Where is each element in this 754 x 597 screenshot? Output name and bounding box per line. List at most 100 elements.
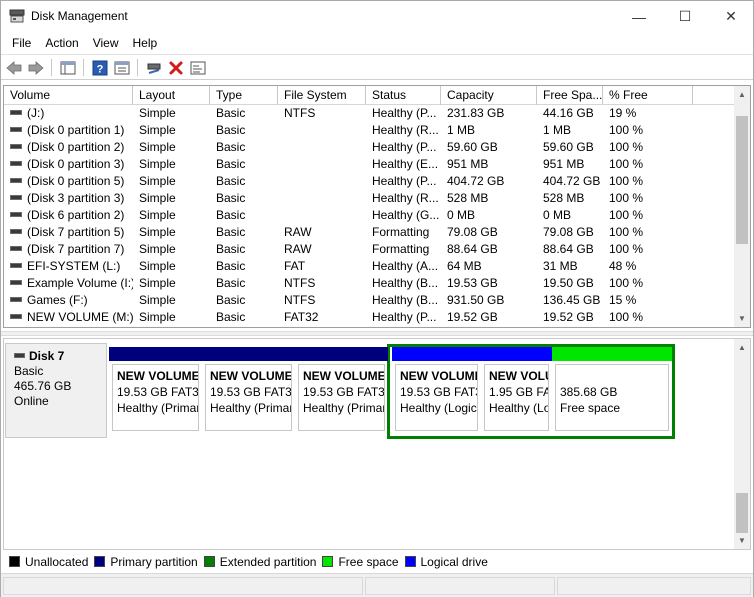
legend-swatch xyxy=(94,556,106,567)
cell-layout: Simple xyxy=(139,310,176,324)
cell-percent-free: 19 % xyxy=(609,106,637,120)
cell-type: Basic xyxy=(216,123,246,137)
cell-file-system: NTFS xyxy=(284,276,316,290)
close-button[interactable]: ✕ xyxy=(708,1,754,32)
scroll-up-arrow-icon[interactable]: ▲ xyxy=(734,86,750,103)
table-row[interactable]: (Disk 7 partition 7) Simple Basic RAW Format… xyxy=(4,241,736,258)
column-header-layout[interactable]: Layout xyxy=(133,86,210,105)
cell-file-system: NTFS xyxy=(284,106,316,120)
cell-layout: Simple xyxy=(139,140,176,154)
volume-icon xyxy=(10,127,22,133)
cell-free-space: 0 MB xyxy=(543,208,572,222)
disk-management-window: Disk Management — ☐ ✕ File Action View H… xyxy=(0,0,754,597)
forward-arrow-icon[interactable] xyxy=(27,59,45,76)
table-row[interactable]: (Disk 6 partition 2) Simple Basic Healthy (… xyxy=(4,207,736,224)
menu-action[interactable]: Action xyxy=(38,33,85,53)
column-header-percent-free[interactable]: % Free xyxy=(603,86,693,105)
cell-percent-free: 100 % xyxy=(609,310,644,324)
table-row[interactable]: Games (F:) Simple Basic NTFS Healthy (B... 93… xyxy=(4,292,736,309)
connect-icon[interactable] xyxy=(145,59,163,76)
pane-splitter[interactable] xyxy=(1,331,753,336)
cell-capacity: 79.08 GB xyxy=(447,225,498,239)
rescan-icon[interactable] xyxy=(189,59,207,76)
cell-file-system xyxy=(278,122,366,139)
show-hide-tree-icon[interactable] xyxy=(59,59,77,76)
cell-status: Healthy (G... xyxy=(372,208,440,222)
status-bar-pane xyxy=(365,577,555,595)
table-row[interactable]: (J:) Simple Basic NTFS Healthy (P... 231.83 G… xyxy=(4,105,736,122)
title-bar[interactable]: Disk Management — ☐ ✕ xyxy=(1,1,753,32)
partition-new-volume[interactable]: NEW VOLUME 19.53 GB FAT32 Healthy (Primary… xyxy=(202,347,295,434)
cell-layout: Simple xyxy=(139,293,176,307)
partition-size: 385.68 GB xyxy=(560,385,618,399)
cell-type: Basic xyxy=(216,293,246,307)
partition-color-bar xyxy=(481,347,552,361)
cell-file-system xyxy=(278,139,366,156)
disk-view-scrollbar[interactable]: ▲ ▼ xyxy=(734,339,750,549)
table-row[interactable]: (Disk 7 partition 5) Simple Basic RAW Format… xyxy=(4,224,736,241)
scroll-up-arrow-icon[interactable]: ▲ xyxy=(734,339,750,356)
cell-free-space: 19.50 GB xyxy=(543,276,594,290)
cell-status: Healthy (R... xyxy=(372,123,439,137)
cell-capacity: 404.72 GB xyxy=(447,174,505,188)
maximize-button[interactable]: ☐ xyxy=(662,1,708,32)
table-row[interactable]: Example Volume (I:) Simple Basic NTFS Health… xyxy=(4,275,736,292)
legend-swatch xyxy=(9,556,20,567)
back-arrow-icon[interactable] xyxy=(5,59,23,76)
table-row[interactable]: (Disk 0 partition 3) Simple Basic Healthy (… xyxy=(4,156,736,173)
minimize-icon: — xyxy=(632,8,646,25)
properties-icon[interactable] xyxy=(113,59,131,76)
menu-file[interactable]: File xyxy=(5,33,38,53)
help-icon[interactable]: ? xyxy=(91,59,109,76)
partition-free-space[interactable]: 385.68 GB Free space xyxy=(552,347,672,434)
partition-new-volume[interactable]: NEW VOLUME 19.53 GB FAT32 Healthy (Primary… xyxy=(295,347,388,434)
partition-new-volume[interactable]: NEW VOLUME 19.53 GB FAT32 Healthy (Primary… xyxy=(109,347,202,434)
partition-new-volume[interactable]: NEW VOLUME 1.95 GB FAT32 Healthy (Logical … xyxy=(481,347,552,434)
scrollbar-thumb[interactable] xyxy=(736,493,748,533)
cell-status: Healthy (E... xyxy=(372,157,439,171)
cell-type: Basic xyxy=(216,106,246,120)
table-row[interactable]: (Disk 0 partition 1) Simple Basic Healthy (… xyxy=(4,122,736,139)
table-row[interactable]: (Disk 0 partition 2) Simple Basic Healthy (… xyxy=(4,139,736,156)
volume-icon xyxy=(10,280,22,286)
delete-icon[interactable] xyxy=(167,59,185,76)
disk-size: 465.76 GB xyxy=(14,379,72,393)
scrollbar-thumb[interactable] xyxy=(736,116,748,244)
table-row[interactable]: NEW VOLUME (M:) Simple Basic FAT32 Healthy (… xyxy=(4,309,736,326)
partition-new-volume[interactable]: NEW VOLUME 19.53 GB FAT32 Healthy (Logical… xyxy=(392,347,481,434)
partition-size: 19.53 GB FAT32 xyxy=(117,385,199,399)
table-row[interactable]: (Disk 3 partition 3) Simple Basic Healthy (… xyxy=(4,190,736,207)
scroll-down-arrow-icon[interactable]: ▼ xyxy=(734,310,750,327)
column-header-file-system[interactable]: File System xyxy=(278,86,366,105)
cell-status: Healthy (P... xyxy=(372,174,437,188)
volume-icon xyxy=(10,229,22,235)
column-header-free-space[interactable]: Free Spa... xyxy=(537,86,603,105)
column-header-status[interactable]: Status xyxy=(366,86,441,105)
disk-7-label[interactable]: Disk 7 Basic 465.76 GB Online xyxy=(5,343,107,438)
column-header-capacity[interactable]: Capacity xyxy=(441,86,537,105)
legend-item: Primary partition xyxy=(94,555,198,569)
table-row[interactable]: (Disk 0 partition 5) Simple Basic Healthy (… xyxy=(4,173,736,190)
cell-status: Healthy (B... xyxy=(372,276,439,290)
volume-list-body: (J:) Simple Basic NTFS Healthy (P... 231.83 G… xyxy=(4,105,736,326)
window-title: Disk Management xyxy=(31,9,128,23)
cell-layout: Simple xyxy=(139,276,176,290)
volume-list-scrollbar[interactable]: ▲ ▼ xyxy=(734,86,750,327)
column-header-type[interactable]: Type xyxy=(210,86,278,105)
cell-percent-free: 100 % xyxy=(609,276,644,290)
column-header-volume[interactable]: Volume xyxy=(4,86,133,105)
scroll-down-arrow-icon[interactable]: ▼ xyxy=(734,532,750,549)
cell-layout: Simple xyxy=(139,208,176,222)
table-row[interactable]: EFI-SYSTEM (L:) Simple Basic FAT Healthy (A.… xyxy=(4,258,736,275)
toolbar-separator xyxy=(51,59,52,76)
volume-list[interactable]: Volume Layout Type File System Status Ca… xyxy=(3,85,751,328)
cell-file-system: RAW xyxy=(284,225,312,239)
cell-volume: Example Volume (I:) xyxy=(4,275,133,292)
menu-help[interactable]: Help xyxy=(126,33,165,53)
cell-type: Basic xyxy=(216,276,246,290)
minimize-button[interactable]: — xyxy=(616,1,662,32)
cell-file-system xyxy=(278,190,366,207)
cell-type: Basic xyxy=(216,225,246,239)
cell-volume: EFI-SYSTEM (L:) xyxy=(4,258,133,275)
menu-view[interactable]: View xyxy=(86,33,126,53)
